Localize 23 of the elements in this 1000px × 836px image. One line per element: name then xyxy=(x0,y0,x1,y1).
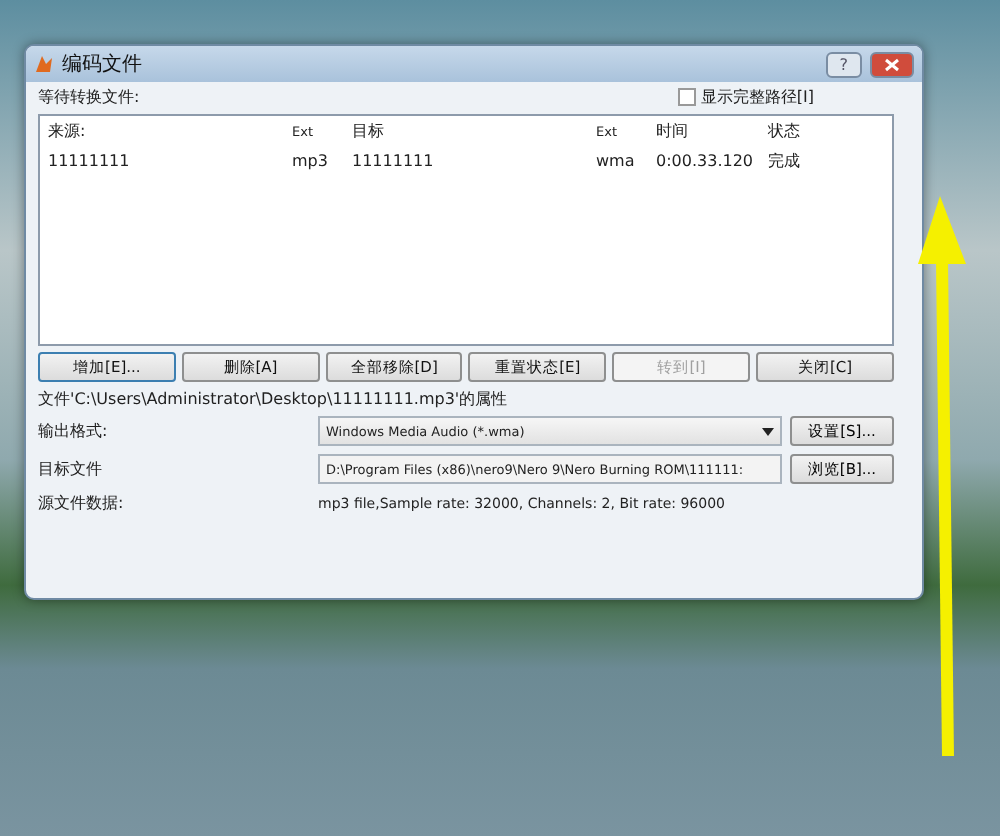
app-icon xyxy=(34,54,54,74)
column-header: 来源: xyxy=(48,120,88,142)
caret-icon xyxy=(762,427,774,435)
property-label: 输出格式: xyxy=(38,420,110,442)
property-label: 目标文件 xyxy=(38,458,104,480)
table-cell-text: 0:00.33.120 xyxy=(656,152,755,170)
close-button[interactable] xyxy=(870,51,914,77)
table-cell-text: 11111111 xyxy=(48,152,132,170)
close-icon xyxy=(884,57,900,71)
column-header: 目标 xyxy=(352,120,386,142)
column-header: 状态 xyxy=(768,120,802,142)
queue-label: 等待转换文件: xyxy=(38,86,140,108)
table-cell-text: 11111111 xyxy=(352,152,436,170)
column-header: 时间 xyxy=(656,120,690,142)
property-label: 源文件数据: xyxy=(38,492,126,514)
full-path-checkbox[interactable]: 显示完整路径[I] xyxy=(678,86,814,108)
table-cell-text: mp3 xyxy=(292,152,330,170)
window-title: 编码文件 xyxy=(62,51,144,78)
table-cell-text: 完成 xyxy=(768,150,802,172)
table-cell-text: wma xyxy=(596,152,637,170)
file-row[interactable]: 11111111 mp3 11111111 wma 0:00.33.120 完成 xyxy=(40,146,892,176)
help-button[interactable]: ? xyxy=(825,51,862,77)
properties-title: 文件'C:\Users\Administrator\Desktop\11111111.mp3'的属性 xyxy=(38,388,510,410)
